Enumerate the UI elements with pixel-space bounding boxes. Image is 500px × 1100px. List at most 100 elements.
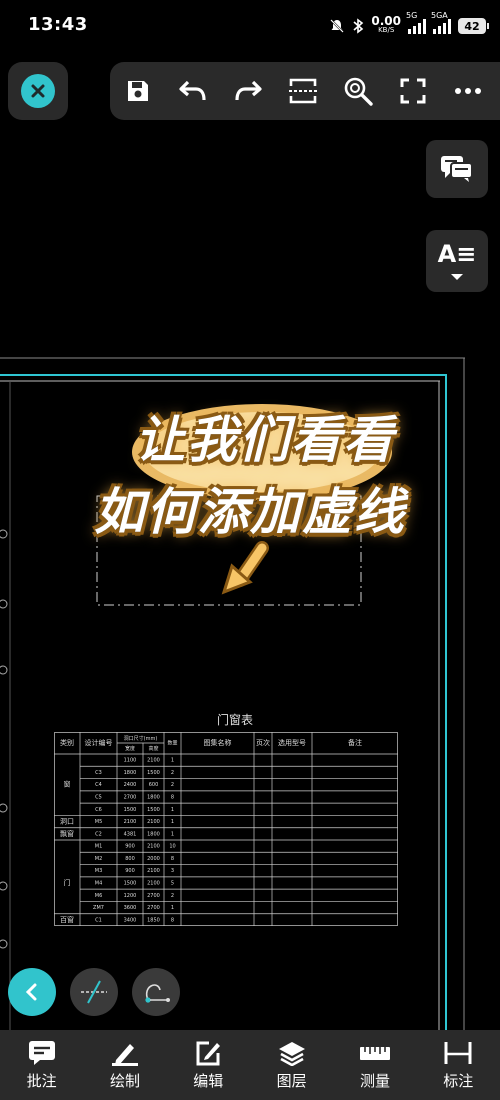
cell-width: 2400 (124, 782, 137, 788)
cell-height: 1850 (147, 917, 160, 923)
cell-code: M2 (95, 856, 103, 862)
header-remark: 备注 (348, 738, 362, 747)
fullscreen-button[interactable] (385, 62, 440, 120)
header-design-no: 设计编号 (85, 738, 113, 747)
cell-height: 1500 (147, 807, 160, 813)
layers-icon (278, 1042, 305, 1066)
tab-edit[interactable]: 编辑 (168, 1030, 248, 1091)
cell-height: 2100 (147, 758, 160, 764)
cell-qty: 2 (171, 893, 174, 899)
zoom-button[interactable] (330, 62, 385, 120)
promo-line-2: 如何添加虚线 (94, 483, 406, 541)
cell-qty: 8 (171, 917, 174, 923)
cell-height: 600 (149, 782, 159, 788)
cell-qty: 10 (169, 844, 175, 850)
tab-annotate[interactable]: 批注 (2, 1030, 82, 1091)
comment-icon (28, 1041, 55, 1065)
scan-button[interactable] (275, 62, 330, 120)
cell-width: 4381 (124, 831, 137, 837)
cell-width: 1100 (124, 758, 137, 764)
fullscreen-icon (400, 78, 425, 104)
cell-width: 3400 (124, 917, 137, 923)
collapse-tools-button[interactable] (8, 968, 56, 1016)
curve-icon (145, 984, 170, 1003)
tab-label: 绘制 (109, 1072, 140, 1090)
chevron-left-icon (25, 983, 37, 1001)
cell-code: C1 (95, 917, 102, 923)
cell-qty: 1 (171, 905, 174, 911)
zoom-icon (344, 77, 373, 106)
redo-button[interactable] (220, 62, 275, 120)
tab-label: 图层 (276, 1072, 307, 1090)
chevron-down-icon (451, 274, 463, 280)
cell-width: 3600 (124, 905, 137, 911)
dashed-line-tool-button[interactable] (70, 968, 118, 1016)
save-icon (127, 81, 148, 101)
cell-code: ZM7 (93, 905, 104, 911)
header-atlas: 图集名称 (204, 738, 232, 747)
status-time: 13:43 (28, 14, 88, 35)
axis-markers (0, 529, 8, 949)
cell-category: 百窗 (60, 915, 74, 924)
save-button[interactable] (110, 62, 165, 120)
undo-button[interactable] (165, 62, 220, 120)
tab-label: 测量 (359, 1072, 390, 1090)
comment-panel-button[interactable] (426, 140, 488, 198)
cell-code: C3 (95, 770, 102, 776)
dimension-icon (444, 1042, 472, 1064)
promo-line-1: 让我们看看 (135, 411, 395, 469)
signal-tag: 5G (406, 11, 418, 20)
curve-tool-button[interactable] (132, 968, 180, 1016)
text-style-button[interactable]: A≡ (426, 230, 488, 292)
cell-height: 2100 (147, 868, 160, 874)
ruler-icon (359, 1047, 390, 1060)
cell-width: 1200 (124, 893, 137, 899)
cell-height: 2100 (147, 881, 160, 887)
close-button[interactable] (8, 62, 68, 120)
table-title: 门窗表 (216, 713, 253, 727)
tab-draw[interactable]: 绘制 (85, 1030, 165, 1091)
tab-measure[interactable]: 测量 (335, 1030, 415, 1091)
bottom-tool-bar: 批注 绘制 编辑 图层 测量 标注 (0, 1030, 500, 1100)
cell-width: 2700 (124, 795, 137, 801)
header-model: 选用型号 (278, 738, 306, 747)
dashed-line-icon (81, 980, 107, 1004)
cell-width: 1500 (124, 881, 137, 887)
cell-qty: 8 (171, 856, 174, 862)
status-bar: 13:43 0.00 KB/S 5G 5GA 42 (0, 0, 500, 52)
cell-width: 800 (125, 856, 135, 862)
cell-width: 2100 (124, 819, 137, 825)
cell-qty: 2 (171, 770, 174, 776)
cell-category: 洞口 (60, 817, 74, 826)
net-speed-value: 0.00 (371, 14, 401, 28)
more-button[interactable] (440, 62, 495, 120)
cell-qty: 1 (171, 807, 174, 813)
cell-qty: 1 (171, 819, 174, 825)
text-style-icon: A≡ (437, 240, 477, 268)
header-height: 高度 (148, 745, 158, 752)
cell-width: 1500 (124, 807, 137, 813)
cell-category: 飘窗 (60, 829, 74, 838)
status-icons: 0.00 KB/S 5G 5GA 42 (329, 11, 489, 38)
mute-bell-icon (330, 19, 345, 33)
cell-code: C4 (95, 782, 102, 788)
cell-code: M6 (95, 893, 103, 899)
cell-qty: 8 (171, 795, 174, 801)
comment-icon (441, 156, 473, 182)
cad-drawing-canvas[interactable] (0, 0, 500, 1100)
cell-width: 900 (125, 844, 135, 850)
tab-label: 批注 (26, 1072, 57, 1090)
tab-dimension[interactable]: 标注 (418, 1030, 498, 1091)
cell-code: M1 (95, 844, 103, 850)
cell-width: 900 (125, 868, 135, 874)
net-speed-unit: KB/S (378, 26, 395, 34)
cell-code: M3 (95, 868, 103, 874)
tab-label: 标注 (443, 1072, 474, 1090)
edit-icon (196, 1041, 221, 1066)
tab-layers[interactable]: 图层 (252, 1030, 332, 1091)
cell-code: C2 (95, 831, 102, 837)
promo-caption: 让我们看看 如何添加虚线 (0, 400, 500, 544)
cell-category: 窗 (64, 780, 71, 789)
close-icon (21, 74, 55, 108)
cell-category: 门 (64, 878, 71, 887)
